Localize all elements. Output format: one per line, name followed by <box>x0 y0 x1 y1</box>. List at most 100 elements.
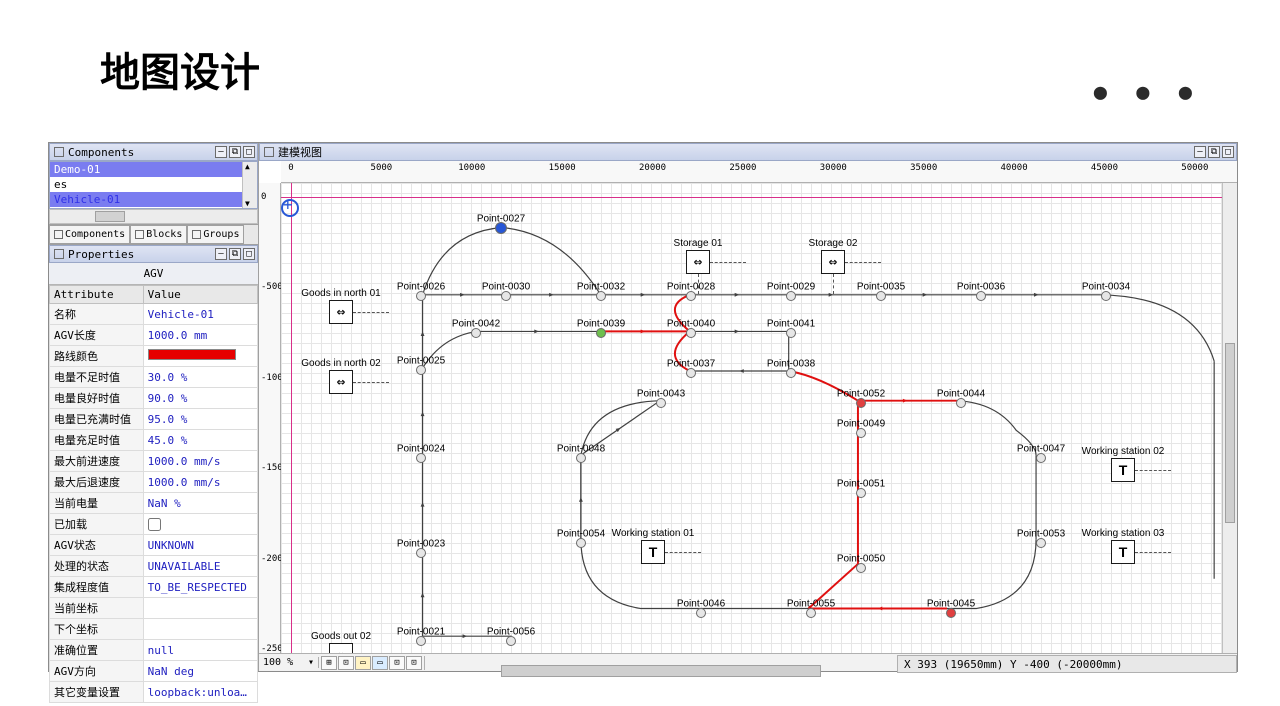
transfer-icon[interactable]: ⇔ <box>329 643 353 653</box>
chevron-down-icon[interactable]: ▾ <box>308 657 314 668</box>
map-point-label: Point-0028 <box>667 282 715 293</box>
tool-btn[interactable]: ⊡ <box>338 656 354 670</box>
table-row[interactable]: 电量不足时值30.0 % <box>50 367 258 388</box>
prop-value[interactable]: UNAVAILABLE <box>143 556 257 577</box>
scrollbar-thumb[interactable] <box>501 665 821 677</box>
table-row[interactable]: 其它变量设置loopback:unloa… <box>50 682 258 703</box>
location-connector <box>845 262 881 263</box>
tool-icon[interactable]: T <box>641 540 665 564</box>
tool-icon[interactable]: T <box>1111 540 1135 564</box>
prop-key: 电量不足时值 <box>50 367 144 388</box>
transfer-icon[interactable]: ⇔ <box>821 250 845 274</box>
table-row[interactable]: AGV状态UNKNOWN <box>50 535 258 556</box>
table-row[interactable]: 电量已充满时值95.0 % <box>50 409 258 430</box>
table-row[interactable]: 下个坐标 <box>50 619 258 640</box>
vertical-scrollbar[interactable] <box>242 162 257 208</box>
prop-value[interactable]: NaN % <box>143 493 257 514</box>
table-row[interactable]: 准确位置null <box>50 640 258 661</box>
location-label: Working station 03 <box>1082 528 1165 539</box>
table-row[interactable]: 已加载 <box>50 514 258 535</box>
maximize-icon[interactable]: □ <box>243 146 255 158</box>
col-attribute[interactable]: Attribute <box>50 286 144 304</box>
prop-value[interactable]: NaN deg <box>143 661 257 682</box>
ruler-tick: 30000 <box>820 163 847 173</box>
location-connector <box>833 274 834 294</box>
prop-value[interactable]: null <box>143 640 257 661</box>
components-title-bar[interactable]: Components – ⧉ □ <box>49 143 258 161</box>
properties-title-bar[interactable]: Properties – ⧉ □ <box>49 245 258 263</box>
list-item[interactable]: Vehicle-01 <box>50 192 257 207</box>
prop-value[interactable] <box>143 619 257 640</box>
table-row[interactable]: 最大后退速度1000.0 mm/s <box>50 472 258 493</box>
prop-value[interactable] <box>143 598 257 619</box>
map-point-label: Point-0041 <box>767 319 815 330</box>
components-list[interactable]: Demo-01 es Vehicle-01 <box>49 161 258 209</box>
minimize-icon[interactable]: – <box>1194 146 1206 158</box>
tab-groups[interactable]: Groups <box>187 225 244 244</box>
prop-value[interactable]: Vehicle-01 <box>143 304 257 325</box>
prop-value[interactable]: 45.0 % <box>143 430 257 451</box>
tab-blocks[interactable]: Blocks <box>130 225 187 244</box>
tool-btn[interactable]: ▭ <box>372 656 388 670</box>
transfer-icon[interactable]: ⇔ <box>686 250 710 274</box>
list-item[interactable]: Demo-01 <box>50 162 257 177</box>
tab-components[interactable]: Components <box>49 225 130 244</box>
map-point-label: Point-0046 <box>677 599 725 610</box>
location-label: Goods out 02 <box>311 631 371 642</box>
prop-value[interactable]: 1000.0 mm/s <box>143 451 257 472</box>
maximize-icon[interactable]: □ <box>243 248 255 260</box>
table-row[interactable]: 电量良好时值90.0 % <box>50 388 258 409</box>
tool-btn[interactable]: ⊞ <box>321 656 337 670</box>
table-row[interactable]: AGV长度1000.0 mm <box>50 325 258 346</box>
color-swatch[interactable] <box>148 349 236 360</box>
minimize-icon[interactable]: – <box>215 146 227 158</box>
prop-value[interactable]: UNKNOWN <box>143 535 257 556</box>
prop-value[interactable]: 95.0 % <box>143 409 257 430</box>
tool-btn[interactable]: ⊡ <box>389 656 405 670</box>
prop-value[interactable]: 1000.0 mm/s <box>143 472 257 493</box>
prop-value[interactable] <box>143 514 257 535</box>
map-canvas[interactable]: Point-0027Point-0026Point-0030Point-0032… <box>281 183 1237 653</box>
ruler-tick: 40000 <box>1001 163 1028 173</box>
maximize-icon[interactable]: □ <box>1222 146 1234 158</box>
scrollbar-thumb[interactable] <box>95 211 125 222</box>
properties-table[interactable]: AttributeValue 名称Vehicle-01AGV长度1000.0 m… <box>49 285 258 703</box>
table-row[interactable]: 电量充足时值45.0 % <box>50 430 258 451</box>
canvas-vertical-scrollbar[interactable] <box>1222 183 1237 653</box>
prop-value[interactable] <box>143 346 257 367</box>
prop-value[interactable]: 90.0 % <box>143 388 257 409</box>
table-row[interactable]: 集成程度值TO_BE_RESPECTED <box>50 577 258 598</box>
transfer-icon[interactable]: ⇔ <box>329 300 353 324</box>
table-row[interactable]: 当前电量NaN % <box>50 493 258 514</box>
col-value[interactable]: Value <box>143 286 257 304</box>
prop-value[interactable]: 1000.0 mm <box>143 325 257 346</box>
transfer-icon[interactable]: ⇔ <box>329 370 353 394</box>
tool-icon[interactable]: T <box>1111 458 1135 482</box>
table-row[interactable]: 路线颜色 <box>50 346 258 367</box>
table-row[interactable]: 处理的状态UNAVAILABLE <box>50 556 258 577</box>
tool-btn[interactable]: ▭ <box>355 656 371 670</box>
popout-icon[interactable]: ⧉ <box>229 248 241 260</box>
table-row[interactable]: 最大前进速度1000.0 mm/s <box>50 451 258 472</box>
horizontal-scrollbar[interactable] <box>49 209 258 224</box>
popout-icon[interactable]: ⧉ <box>229 146 241 158</box>
horizontal-ruler: 0500010000150002000025000300003500040000… <box>281 161 1237 183</box>
tool-btn[interactable]: ⊡ <box>406 656 422 670</box>
prop-value[interactable]: loopback:unloa… <box>143 682 257 703</box>
list-item[interactable]: es <box>50 177 257 192</box>
scrollbar-thumb[interactable] <box>1225 343 1235 523</box>
checkbox[interactable] <box>148 518 161 531</box>
path-segment[interactable] <box>1100 295 1214 361</box>
status-bar: X 393 (19650mm) Y -400 (-20000mm) <box>897 655 1237 673</box>
table-row[interactable]: AGV方向NaN deg <box>50 661 258 682</box>
prop-value[interactable]: 30.0 % <box>143 367 257 388</box>
table-row[interactable]: 当前坐标 <box>50 598 258 619</box>
ruler-tick: 35000 <box>910 163 937 173</box>
prop-value[interactable]: TO_BE_RESPECTED <box>143 577 257 598</box>
table-row[interactable]: 名称Vehicle-01 <box>50 304 258 325</box>
components-panel: Components – ⧉ □ Demo-01 es Vehicle-01 C… <box>49 143 258 245</box>
popout-icon[interactable]: ⧉ <box>1208 146 1220 158</box>
zoom-display[interactable]: 100 %▾ <box>259 657 319 668</box>
minimize-icon[interactable]: – <box>215 248 227 260</box>
canvas-title-bar[interactable]: 建模视图 – ⧉ □ <box>259 143 1237 161</box>
